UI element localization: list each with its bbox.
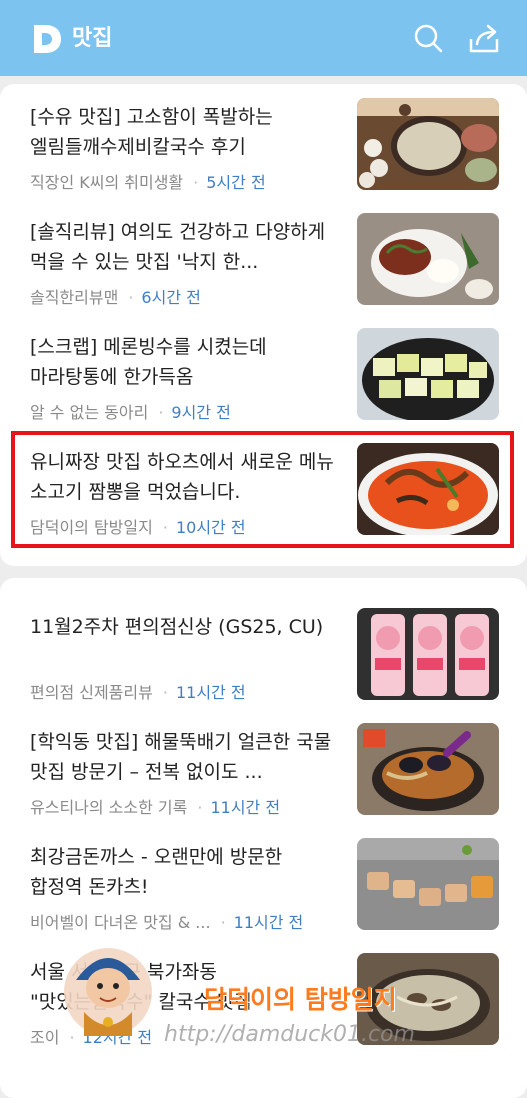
item-title[interactable]: [솔직리뷰] 여의도 건강하고 다양하게 먹을 수 있는 맛집 '낙지 한... [30,217,335,277]
list-item[interactable]: [수유 맛집] 고소함이 폭발하는 엘림들깨수제비칼국수 후기 직장인 K씨의 … [0,92,527,207]
item-time: 5시간 전 [206,173,266,192]
separator-dot: · [128,288,134,307]
share-icon[interactable] [468,22,500,54]
item-meta: 비어벨이 다녀온 맛집 & ... · 11시간 전 [30,909,303,933]
item-thumbnail[interactable] [357,608,499,700]
list-item[interactable]: [학익동 맛집] 해물뚝배기 얼큰한 국물 맛집 방문기 – 전복 없이도 ..… [0,717,527,832]
item-time: 6시간 전 [141,288,201,307]
item-thumbnail[interactable] [357,328,499,420]
item-title[interactable]: [수유 맛집] 고소함이 폭발하는 엘림들깨수제비칼국수 후기 [30,102,335,162]
item-title[interactable]: 11월2주차 편의점신상 (GS25, CU) [30,612,335,642]
item-source: 직장인 K씨의 취미생활 [30,173,184,192]
item-title[interactable]: [스크랩] 메론빙수를 시켰는데 마라탕통에 한가득옴 [30,332,335,392]
highlight-box [11,431,514,548]
item-title[interactable]: 최강금돈까스 - 오랜만에 방문한 합정역 돈카츠! [30,842,335,902]
item-source: 편의점 신제품리뷰 [30,683,153,702]
item-thumbnail[interactable] [357,213,499,305]
item-meta: 편의점 신제품리뷰 · 11시간 전 [30,679,246,703]
item-source: 비어벨이 다녀온 맛집 & ... [30,913,211,932]
separator-dot: · [193,173,199,192]
watermark-text: 담덕이의 탐방일지 [204,985,397,1014]
header-title: 맛집 [72,26,113,51]
item-time: 11시간 전 [233,913,304,932]
watermark-avatar-icon [64,948,152,1036]
separator-dot: · [220,913,226,932]
item-thumbnail[interactable] [357,98,499,190]
separator-dot: · [197,798,203,817]
item-meta: 유스티나의 소소한 기록 · 11시간 전 [30,794,280,818]
item-meta: 알 수 없는 동아리 · 9시간 전 [30,399,231,423]
item-time: 9시간 전 [171,403,231,422]
item-source: 유스티나의 소소한 기록 [30,798,188,817]
daum-logo-icon[interactable] [30,22,64,56]
item-thumbnail[interactable] [357,723,499,815]
item-source: 알 수 없는 동아리 [30,403,149,422]
list-item[interactable]: 11월2주차 편의점신상 (GS25, CU) 편의점 신제품리뷰 · 11시간 전 [0,602,527,717]
search-icon[interactable] [412,22,444,54]
item-source: 조이 [30,1028,60,1047]
item-meta: 솔직한리뷰맨 · 6시간 전 [30,284,201,308]
separator-dot: · [162,683,168,702]
list-item[interactable]: [솔직리뷰] 여의도 건강하고 다양하게 먹을 수 있는 맛집 '낙지 한...… [0,207,527,322]
item-thumbnail[interactable] [357,838,499,930]
list-item[interactable]: 최강금돈까스 - 오랜만에 방문한 합정역 돈카츠! 비어벨이 다녀온 맛집 &… [0,832,527,947]
item-title[interactable]: [학익동 맛집] 해물뚝배기 얼큰한 국물 맛집 방문기 – 전복 없이도 ..… [30,727,335,787]
list-item[interactable]: [스크랩] 메론빙수를 시켰는데 마라탕통에 한가득옴 알 수 없는 동아리 · 9… [0,322,527,437]
item-meta: 직장인 K씨의 취미생활 · 5시간 전 [30,169,266,193]
watermark-url: http://damduck01.com [164,1022,415,1047]
item-source: 솔직한리뷰맨 [30,288,119,307]
item-time: 11시간 전 [210,798,281,817]
separator-dot: · [158,403,164,422]
app-header: 맛집 [0,0,527,76]
item-time: 11시간 전 [175,683,246,702]
